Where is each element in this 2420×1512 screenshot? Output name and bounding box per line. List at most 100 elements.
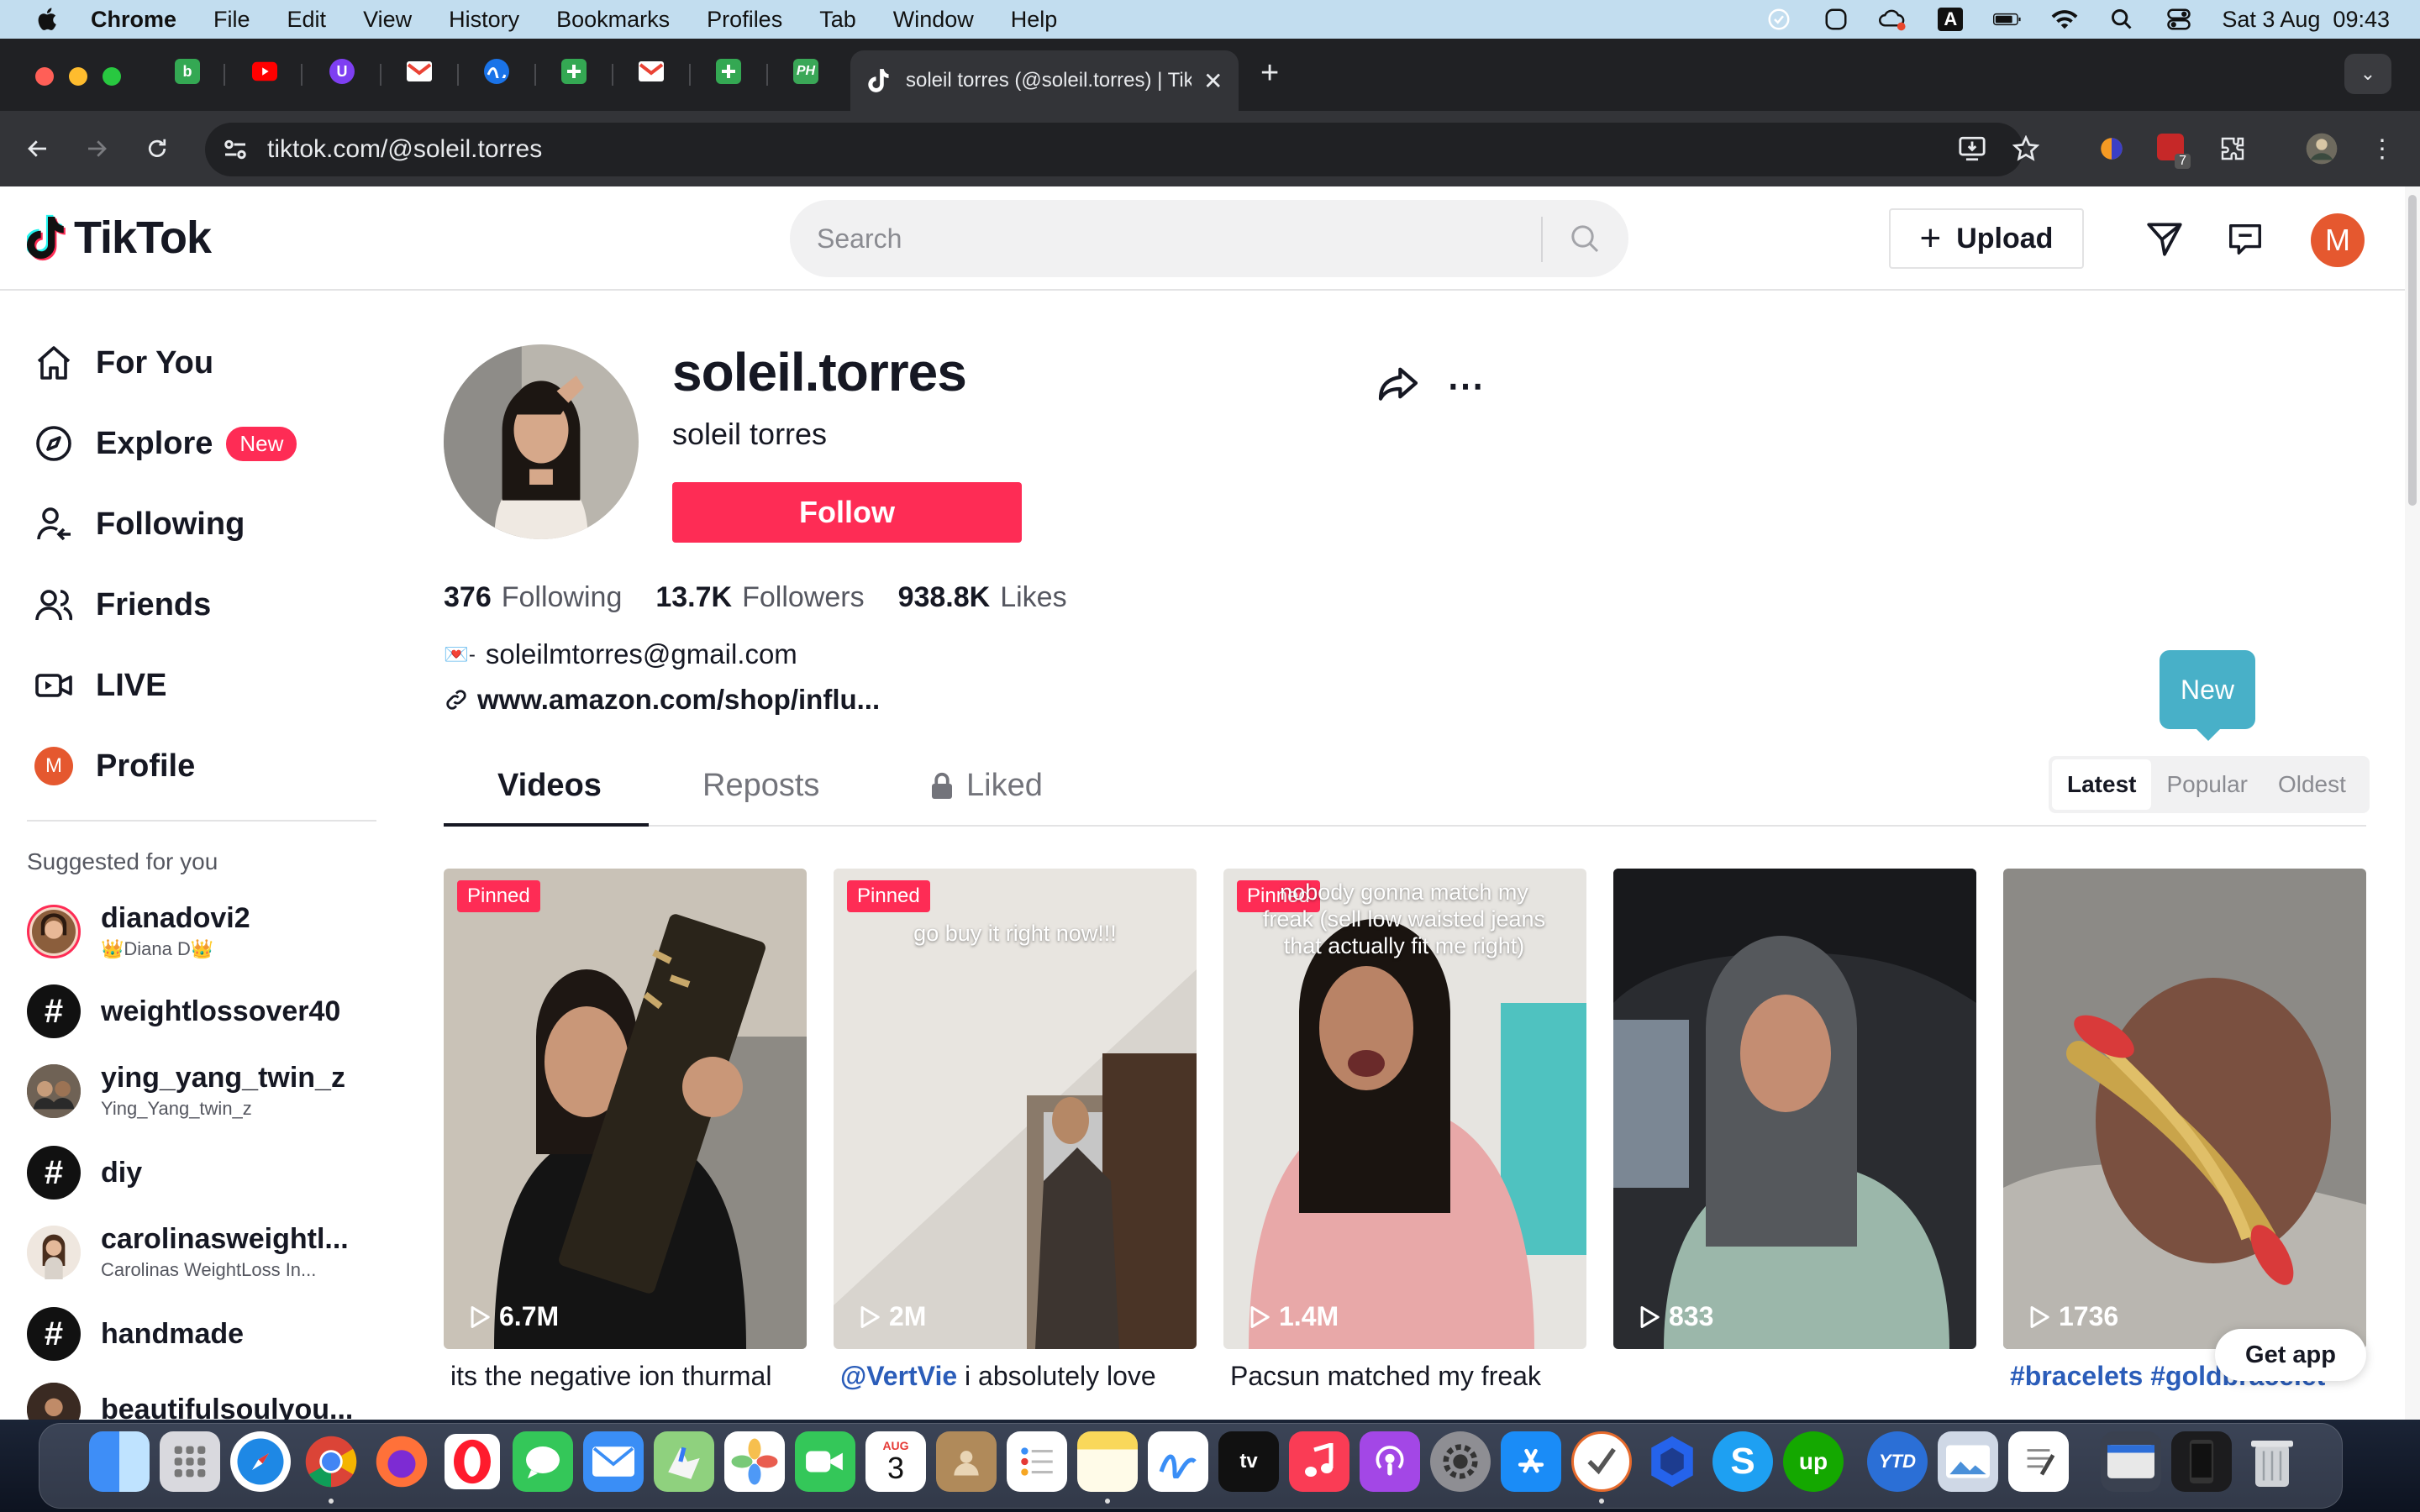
sidebar-item-profile[interactable]: M Profile (30, 741, 195, 791)
menu-window[interactable]: Window (893, 7, 974, 33)
ytd-downloader-icon[interactable]: YTD (1867, 1431, 1928, 1492)
window-minimize-button[interactable] (69, 67, 87, 86)
reminders-icon[interactable] (1007, 1431, 1067, 1492)
suggested-hashtag[interactable]: # handmade (27, 1307, 244, 1361)
menu-tab[interactable]: Tab (819, 7, 856, 33)
followers-label[interactable]: Followers (742, 581, 864, 614)
tab-search-button[interactable]: ⌄ (2344, 54, 2391, 94)
scrollbar-thumb[interactable] (2408, 195, 2417, 506)
sidebar-item-following[interactable]: Following (30, 499, 245, 549)
system-settings-icon[interactable] (1430, 1431, 1491, 1492)
tab-close-icon[interactable]: ✕ (1203, 67, 1223, 95)
firefox-icon[interactable] (371, 1431, 432, 1492)
gmail-icon[interactable] (407, 59, 432, 84)
youtube-icon[interactable] (252, 59, 277, 84)
sidebar-item-friends[interactable]: Friends (30, 580, 211, 630)
sheets-icon[interactable] (716, 59, 741, 84)
window-close-button[interactable] (35, 67, 54, 86)
forward-button[interactable] (76, 128, 118, 170)
extension-badge-icon[interactable]: 7 (2153, 129, 2191, 169)
input-source-icon[interactable]: A (1936, 7, 1965, 32)
wifi-icon[interactable] (2050, 7, 2079, 32)
followers-count[interactable]: 13.7K (655, 581, 732, 614)
back-button[interactable] (17, 128, 59, 170)
apple-tv-icon[interactable]: tv (1218, 1431, 1279, 1492)
proton-vpn-icon[interactable] (1642, 1431, 1702, 1492)
facetime-icon[interactable] (795, 1431, 855, 1492)
menu-view[interactable]: View (363, 7, 412, 33)
notes-icon[interactable] (1077, 1431, 1138, 1492)
extension-orange-icon[interactable] (2092, 129, 2131, 168)
freeform-icon[interactable] (1148, 1431, 1208, 1492)
photos-icon[interactable] (724, 1431, 785, 1492)
send-inbox-icon[interactable] (2139, 213, 2190, 264)
user-avatar[interactable]: M (2311, 213, 2365, 267)
calendar-icon[interactable]: AUG 3 (865, 1431, 926, 1492)
suggested-account[interactable]: ying_yang_twin_z Ying_Yang_twin_z (27, 1062, 345, 1120)
address-bar[interactable]: tiktok.com/@soleil.torres (205, 123, 2023, 176)
messages-icon[interactable] (2220, 213, 2270, 264)
video-caption[interactable]: @VertVie i absolutely love (840, 1361, 1203, 1392)
mail-icon[interactable] (583, 1431, 644, 1492)
apple-icon[interactable] (34, 5, 62, 34)
suggested-hashtag[interactable]: # diy (27, 1146, 142, 1200)
suggested-account[interactable]: dianadovi2 👑Diana D👑 (27, 902, 250, 960)
upwork-icon[interactable]: up (1783, 1431, 1844, 1492)
bio-link[interactable]: www.amazon.com/shop/influ... (444, 684, 880, 716)
textedit-icon[interactable] (2008, 1431, 2069, 1492)
menu-edit[interactable]: Edit (287, 7, 327, 33)
bookmark-star-icon[interactable] (2007, 129, 2045, 168)
suggested-account[interactable]: carolinasweightl... Carolinas WeightLoss … (27, 1223, 349, 1281)
phone-mirror-icon[interactable] (2171, 1431, 2232, 1492)
reload-button[interactable] (136, 128, 178, 170)
site-settings-icon[interactable] (220, 134, 250, 165)
maps-icon[interactable] (654, 1431, 714, 1492)
tab-favicon-ph[interactable]: PH (793, 59, 818, 84)
sort-oldest[interactable]: Oldest (2263, 759, 2361, 810)
checkmark-circle-icon[interactable] (1765, 7, 1793, 32)
profile-avatar-icon[interactable] (2302, 129, 2341, 168)
sidebar-item-live[interactable]: LIVE (30, 660, 166, 711)
preview-icon[interactable] (1938, 1431, 1998, 1492)
chrome-menu-icon[interactable]: ⋮ (2363, 129, 2402, 168)
sidebar-item-for-you[interactable]: For You (30, 338, 213, 388)
extensions-puzzle-icon[interactable] (2213, 129, 2252, 168)
opera-icon[interactable] (442, 1431, 502, 1492)
new-tab-button[interactable]: + (1260, 55, 1279, 92)
tab-reposts[interactable]: Reposts (702, 768, 819, 804)
sheets-icon[interactable] (561, 59, 587, 84)
menu-profiles[interactable]: Profiles (707, 7, 782, 33)
video-card[interactable]: 1736 (2003, 869, 2366, 1349)
share-icon[interactable] (1375, 360, 1422, 407)
follow-button[interactable]: Follow (672, 482, 1022, 543)
screenshot-window-icon[interactable] (2101, 1431, 2161, 1492)
chrome-icon[interactable] (301, 1431, 361, 1492)
podcasts-icon[interactable] (1360, 1431, 1420, 1492)
trash-icon[interactable] (2242, 1431, 2302, 1492)
contacts-icon[interactable] (936, 1431, 997, 1492)
control-center-icon[interactable] (2165, 7, 2193, 32)
video-card[interactable]: Pinned go buy it right now!!! 2M (834, 869, 1197, 1349)
wave-icon[interactable] (484, 59, 509, 84)
omnifocus-icon[interactable] (1571, 1431, 1632, 1492)
rounded-square-icon[interactable] (1822, 7, 1850, 32)
skype-icon[interactable]: S (1712, 1431, 1773, 1492)
creative-cloud-icon[interactable] (1879, 7, 1907, 32)
upload-button[interactable]: + Upload (1889, 208, 2084, 269)
menubar-clock[interactable]: Sat 3 Aug 09:43 (2222, 7, 2390, 33)
menu-help[interactable]: Help (1011, 7, 1058, 33)
tab-favicon-u[interactable]: U (329, 59, 355, 84)
sort-latest[interactable]: Latest (2052, 759, 2152, 810)
page-scrollbar[interactable] (2405, 186, 2420, 1420)
menu-file[interactable]: File (213, 7, 250, 33)
sidebar-item-explore[interactable]: Explore New (30, 418, 297, 469)
more-options-icon[interactable]: ⋯ (1447, 365, 1494, 407)
sort-popular[interactable]: Popular (2151, 759, 2263, 810)
tab-favicon-b[interactable]: b (175, 59, 200, 84)
search-icon[interactable] (1561, 215, 1608, 262)
battery-icon[interactable] (1993, 7, 2022, 32)
following-count[interactable]: 376 (444, 581, 492, 614)
video-card[interactable]: Pinned nobody gonna match my freak (sell… (1223, 869, 1586, 1349)
app-store-icon[interactable] (1501, 1431, 1561, 1492)
video-card[interactable]: Pinned 6.7M (444, 869, 807, 1349)
